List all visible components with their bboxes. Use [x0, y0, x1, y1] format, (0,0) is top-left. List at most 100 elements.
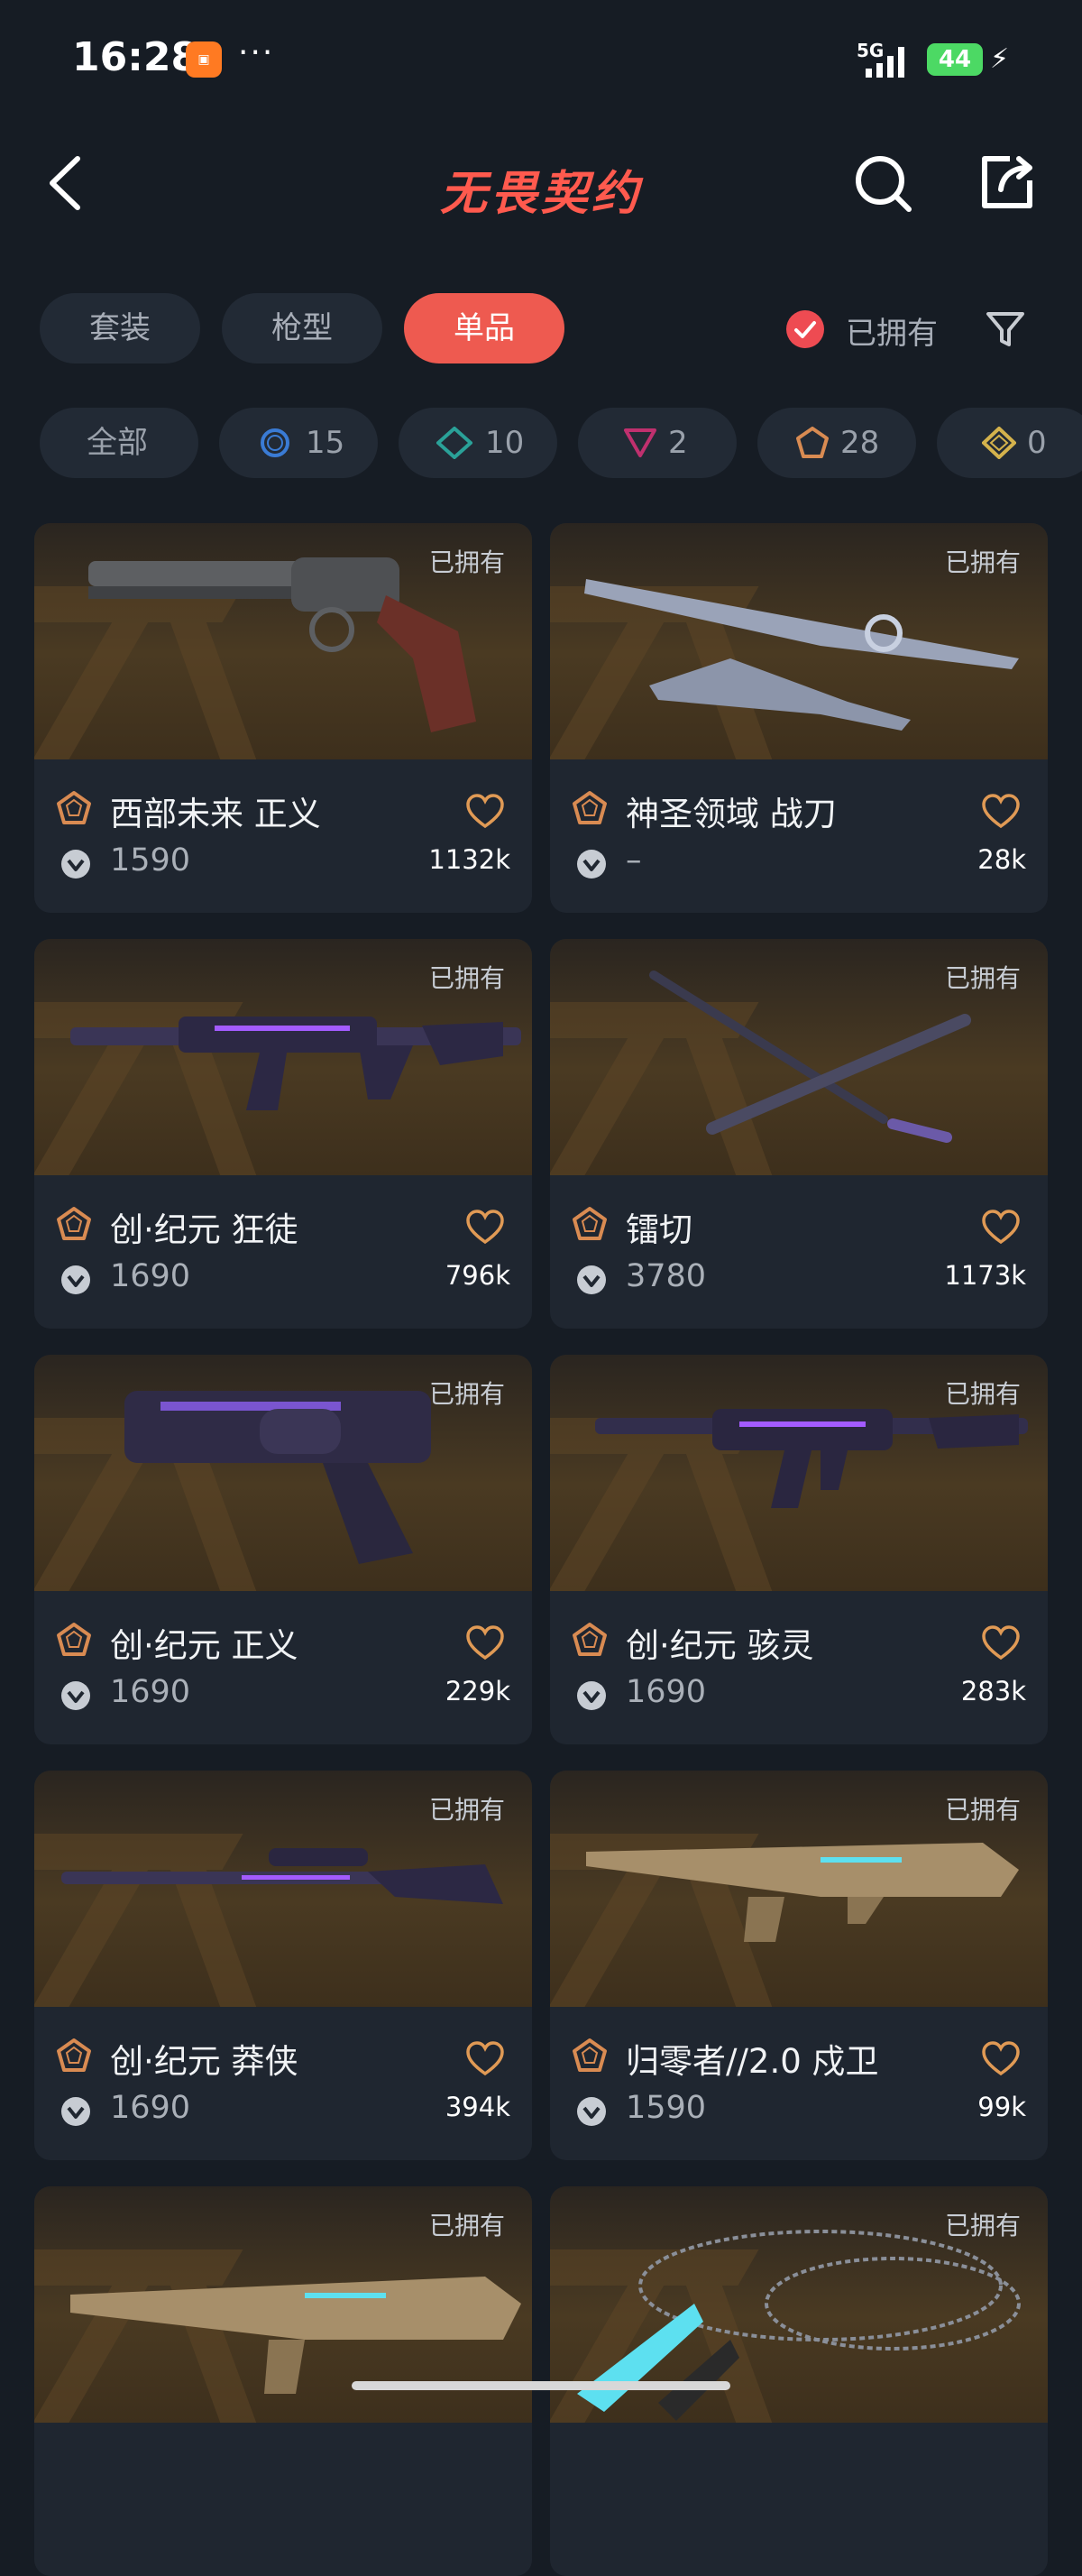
item-likes: 99k [977, 2092, 1026, 2122]
owned-tag: 已拥有 [428, 2211, 505, 2240]
favorite-heart-icon[interactable] [981, 1210, 1021, 1246]
item-likes: 1132k [428, 844, 510, 875]
chip-ultra-count: 0 [1027, 425, 1047, 461]
chip-deluxe-count: 10 [485, 425, 525, 461]
exclusive-tier-icon [573, 791, 607, 824]
battery-icon: 44 [927, 43, 983, 76]
exclusive-tier-icon [796, 427, 829, 458]
item-card[interactable]: 已拥有神圣领域 战刀 – 28k [550, 523, 1048, 913]
filter-funnel-icon[interactable] [983, 307, 1028, 352]
status-bar: 16:28 ▣ ··· 5G 44 ⚡ [0, 0, 1082, 122]
deluxe-tier-icon [436, 427, 472, 459]
item-price: 1590 [110, 842, 191, 879]
status-time: 16:28 [72, 34, 199, 80]
item-card[interactable]: 已拥有西部未来 正义 1590 1132k [34, 523, 532, 913]
home-indicator[interactable] [352, 2381, 730, 2390]
owned-tag: 已拥有 [944, 547, 1021, 577]
item-likes: 1173k [944, 1260, 1026, 1291]
owned-filter-label: 已拥有 [846, 316, 938, 352]
exclusive-tier-icon [57, 791, 91, 824]
item-image[interactable]: 已拥有 [550, 523, 1048, 759]
owned-tag: 已拥有 [428, 1379, 505, 1409]
tier-filter-chips: 全部 15 10 2 28 0 [0, 408, 1082, 480]
owned-tag: 已拥有 [944, 1379, 1021, 1409]
item-name: 创·纪元 莽侠 [110, 2042, 298, 2081]
item-image[interactable]: 已拥有 [550, 939, 1048, 1175]
item-name: 归零者//2.0 戍卫 [626, 2042, 879, 2081]
chip-premium-count: 2 [668, 425, 688, 461]
item-likes: 283k [960, 1676, 1026, 1707]
item-name: 创·纪元 正义 [110, 1626, 298, 1665]
chip-all[interactable]: 全部 [40, 408, 198, 478]
item-likes: 796k [445, 1260, 510, 1291]
item-name: 镭切 [626, 1210, 692, 1249]
chip-ultra-tier[interactable]: 0 [937, 408, 1082, 478]
item-card[interactable]: 已拥有创·纪元 莽侠 1690 394k [34, 1771, 532, 2160]
item-card[interactable]: 已拥有 创·纪元 狂徒 1690 796k [34, 939, 532, 1329]
item-likes: 28k [977, 844, 1026, 875]
tab-single-items[interactable]: 单品 [404, 293, 564, 363]
item-price: – [626, 842, 642, 879]
more-notifications-icon: ··· [238, 34, 275, 71]
item-name: 西部未来 正义 [110, 795, 321, 833]
chip-premium-tier[interactable]: 2 [578, 408, 737, 478]
chip-all-label: 全部 [87, 425, 148, 461]
item-card[interactable]: 已拥有 创·纪元 正义 1690 229k [34, 1355, 532, 1744]
valorant-points-icon [577, 1265, 606, 1294]
item-likes: 394k [445, 2092, 510, 2122]
signal-strength-icon [866, 47, 904, 78]
chip-exclusive-tier[interactable]: 28 [757, 408, 916, 478]
item-card[interactable]: 已拥有镭切 3780 1173k [550, 939, 1048, 1329]
item-name: 神圣领域 战刀 [626, 795, 837, 833]
page-title: 无畏契约 [439, 167, 642, 221]
select-tier-icon [261, 428, 289, 457]
share-icon[interactable] [974, 150, 1039, 215]
item-price: 1690 [110, 2090, 191, 2126]
owned-tag: 已拥有 [944, 1795, 1021, 1825]
item-price: 3780 [626, 1258, 707, 1294]
exclusive-tier-icon [573, 1207, 607, 1240]
favorite-heart-icon[interactable] [981, 794, 1021, 830]
favorite-heart-icon[interactable] [981, 1625, 1021, 1661]
favorite-heart-icon[interactable] [465, 2041, 505, 2077]
favorite-heart-icon[interactable] [465, 794, 505, 830]
favorite-heart-icon[interactable] [981, 2041, 1021, 2077]
ultra-tier-icon [982, 427, 1016, 459]
favorite-heart-icon[interactable] [465, 1210, 505, 1246]
item-card[interactable]: 已拥有 创·纪元 骇灵 1690 283k [550, 1355, 1048, 1744]
exclusive-tier-icon [57, 1623, 91, 1656]
item-image[interactable]: 已拥有 [34, 523, 532, 759]
shopping-app-notification-icon: ▣ [186, 41, 222, 78]
item-image[interactable]: 已拥有 [550, 1355, 1048, 1591]
exclusive-tier-icon [57, 1207, 91, 1240]
chip-deluxe-tier[interactable]: 10 [399, 408, 557, 478]
checkmark-icon [786, 310, 824, 348]
item-image[interactable]: 已拥有 [34, 1355, 532, 1591]
item-card[interactable]: 已拥有 归零者//2.0 戍卫 1590 99k [550, 1771, 1048, 2160]
valorant-points-icon [61, 1265, 90, 1294]
exclusive-tier-icon [57, 2038, 91, 2072]
valorant-points-icon [577, 850, 606, 879]
premium-tier-icon [624, 428, 656, 457]
search-icon[interactable] [851, 152, 916, 216]
item-price: 1690 [626, 1674, 707, 1710]
charging-icon: ⚡ [990, 43, 1010, 75]
owned-tag: 已拥有 [428, 963, 505, 993]
top-app-bar: 无畏契约 [0, 135, 1082, 235]
item-image[interactable]: 已拥有 [550, 1771, 1048, 2007]
owned-tag: 已拥有 [428, 1795, 505, 1825]
valorant-points-icon [577, 1681, 606, 1710]
favorite-heart-icon[interactable] [465, 1625, 505, 1661]
owned-tag: 已拥有 [428, 547, 505, 577]
tab-gun-type[interactable]: 枪型 [222, 293, 382, 363]
chip-select-tier[interactable]: 15 [219, 408, 378, 478]
item-image[interactable]: 已拥有 [34, 939, 532, 1175]
tab-sets[interactable]: 套装 [40, 293, 200, 363]
exclusive-tier-icon [573, 2038, 607, 2072]
valorant-points-icon [61, 1681, 90, 1710]
item-likes: 229k [445, 1676, 510, 1707]
chip-exclusive-count: 28 [840, 425, 880, 461]
valorant-points-icon [61, 850, 90, 879]
item-name: 创·纪元 狂徒 [110, 1210, 298, 1249]
item-image[interactable]: 已拥有 [34, 1771, 532, 2007]
